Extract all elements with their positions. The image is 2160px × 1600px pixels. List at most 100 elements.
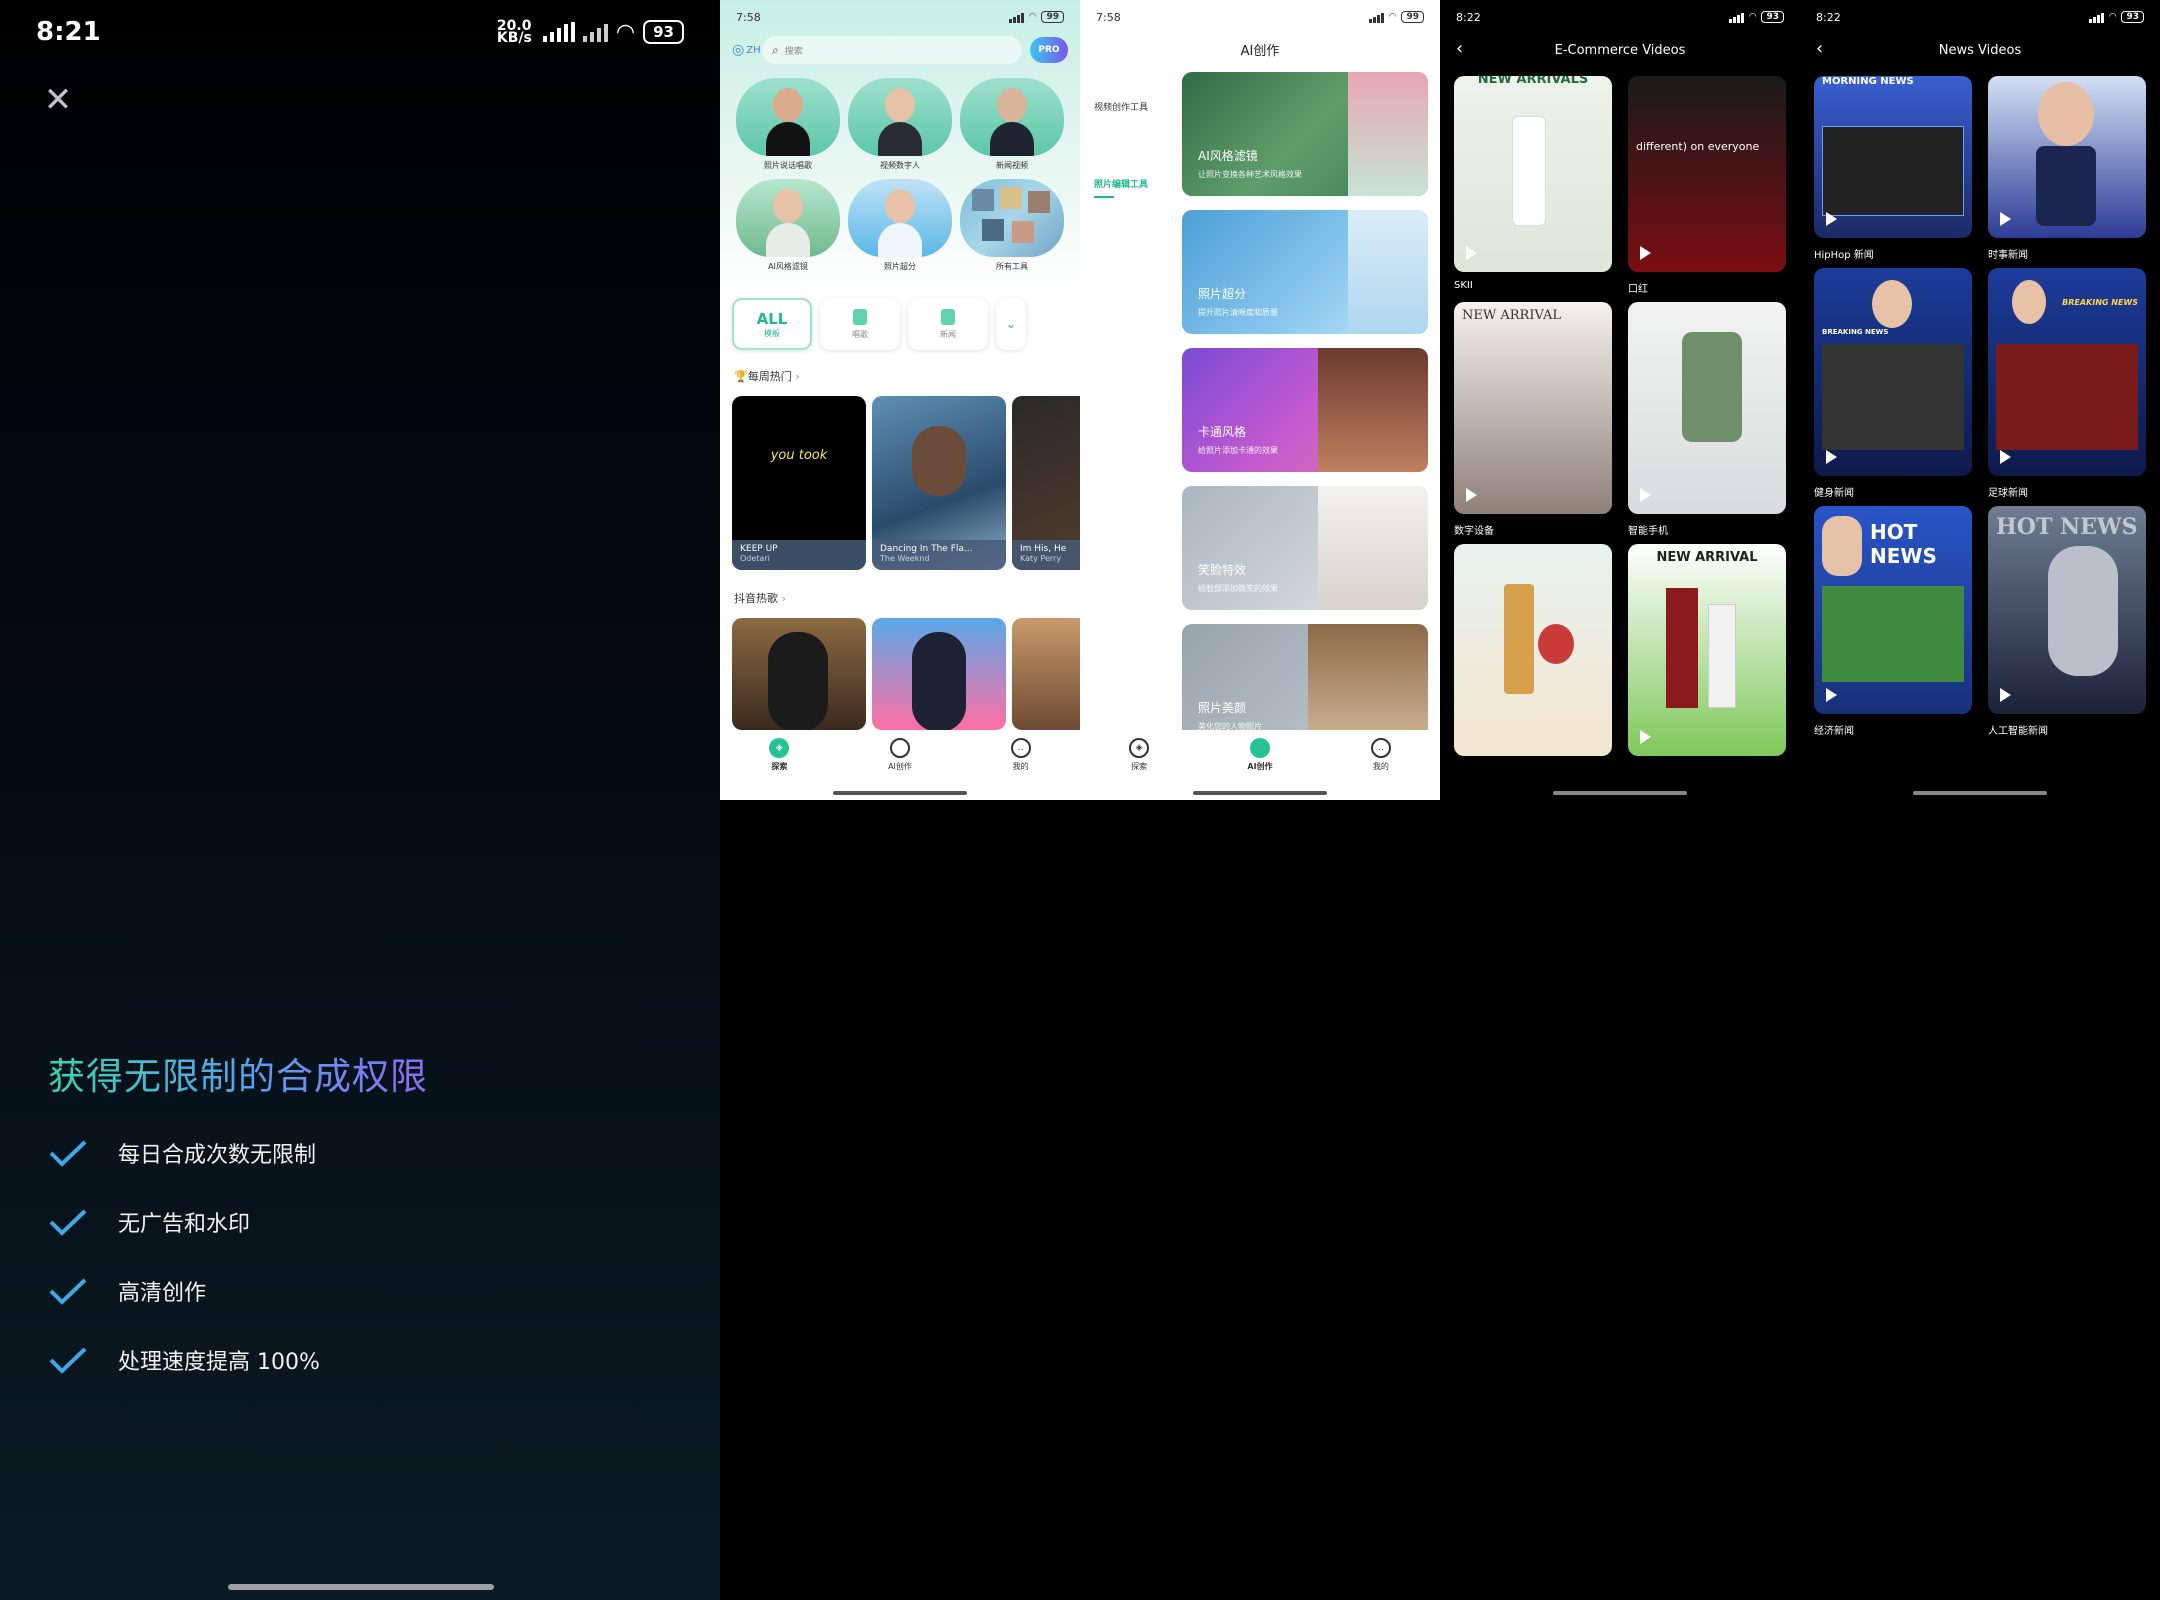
- page-title: News Videos: [1938, 42, 2022, 58]
- video-label: SKII: [1454, 280, 1473, 291]
- video-label: [1454, 764, 1612, 778]
- tool-super-resolution[interactable]: 照片超分: [844, 179, 956, 272]
- song-caption: Im His, He Katy Perry: [1012, 540, 1080, 570]
- section-title-weekly[interactable]: 🏆每周热门 ›: [734, 368, 800, 384]
- feature-desc: 给照片添加卡通的效果: [1198, 446, 1278, 455]
- section-title-douyin[interactable]: 抖音热歌 ›: [734, 590, 786, 606]
- tool-label: 照片说话唱歌: [764, 161, 812, 170]
- pro-upsell-screen: 8:21 20.0 KB/s ◠ 93 ✕ 获得无限制的合成权限 每日合成次数无…: [0, 0, 720, 1600]
- chip-label: 新闻: [940, 329, 956, 339]
- feature-item: 高清创作: [48, 1256, 320, 1325]
- pro-button[interactable]: PRO: [1030, 37, 1068, 63]
- play-icon: [1640, 246, 1651, 260]
- feature-card-super-resolution[interactable]: 照片超分 提升照片清晰度和质量: [1182, 210, 1428, 334]
- search-input[interactable]: ⌕ 搜索: [762, 36, 1022, 64]
- song-card[interactable]: [872, 618, 1006, 730]
- video-overlay-text: HOT NEWS: [1870, 520, 1937, 568]
- song-card[interactable]: Dancing In The Fla... The Weeknd: [872, 396, 1006, 570]
- wifi-icon: ◠: [1028, 12, 1037, 22]
- video-item[interactable]: HOT NEWS 人工智能新闻: [1988, 506, 2146, 737]
- category-video-tools[interactable]: 视频创作工具: [1094, 100, 1148, 113]
- category-photo-tools[interactable]: 照片编辑工具: [1094, 177, 1148, 198]
- tool-news-video[interactable]: 新闻视频: [956, 78, 1068, 171]
- video-item[interactable]: NEW ARRIVAL 数字设备: [1454, 302, 1612, 537]
- chevron-down-icon: ⌄: [1005, 317, 1017, 331]
- video-item[interactable]: BREAKING NEWS 足球新闻: [1988, 268, 2146, 499]
- back-arrow-icon[interactable]: ‹: [1816, 38, 1823, 59]
- video-label: 时事新闻: [1988, 250, 2028, 261]
- nav-ai-create[interactable]: AI创作: [888, 738, 912, 772]
- nav-explore[interactable]: ◈ 探索: [769, 738, 790, 772]
- video-thumbnail: [1454, 544, 1612, 756]
- chip-expand[interactable]: ⌄: [996, 298, 1026, 350]
- chip-all[interactable]: ALL 模板: [732, 298, 812, 350]
- video-thumbnail: HOT NEWS: [1814, 506, 1972, 714]
- video-label: [1628, 764, 1786, 778]
- song-card[interactable]: [1012, 618, 1080, 730]
- video-thumbnail: NEW ARRIVAL: [1454, 302, 1612, 514]
- back-arrow-icon[interactable]: ‹: [1456, 38, 1463, 59]
- tool-thumbnail: [960, 179, 1064, 257]
- video-item[interactable]: NEW ARRIVALS SKII: [1454, 76, 1612, 294]
- feature-card-smile[interactable]: 笑脸特效 给脸部添加微笑的效果: [1182, 486, 1428, 610]
- video-item[interactable]: MORNING NEWS HipHop 新闻: [1814, 76, 1972, 261]
- play-icon: [1640, 488, 1651, 502]
- feature-label: 高清创作: [118, 1280, 207, 1306]
- language-switch[interactable]: ◎ ZH: [732, 39, 761, 61]
- status-bar: 7:58 ◠ 99: [720, 0, 1080, 34]
- video-label: 经济新闻: [1814, 726, 1854, 737]
- nav-me[interactable]: ‥ 我的: [1370, 738, 1391, 772]
- news-icon: [941, 308, 955, 325]
- section-title-text: 抖音热歌: [734, 592, 778, 605]
- tool-label: 新闻视频: [996, 161, 1028, 170]
- song-card[interactable]: [732, 618, 866, 730]
- language-label: ZH: [746, 44, 761, 56]
- network-speed: 20.0 KB/s: [496, 18, 532, 46]
- video-item[interactable]: 智能手机: [1628, 302, 1786, 537]
- header: ‹ E-Commerce Videos: [1440, 38, 1800, 62]
- video-item[interactable]: 时事新闻: [1988, 76, 2146, 261]
- signal-2-icon: [582, 22, 608, 42]
- video-label: HipHop 新闻: [1814, 250, 1874, 261]
- smile-icon: ‥: [1010, 738, 1031, 758]
- nav-me[interactable]: ‥ 我的: [1010, 738, 1031, 772]
- tool-thumbnail: [848, 78, 952, 156]
- video-item[interactable]: different) on everyone 口红: [1628, 76, 1786, 295]
- battery-icon: 99: [1041, 11, 1064, 23]
- video-item[interactable]: BREAKING NEWS 健身新闻: [1814, 268, 1972, 499]
- status-bar: 8:22 ◠ 93: [1440, 0, 1800, 34]
- status-time: 8:22: [1816, 10, 1841, 24]
- chip-news[interactable]: 新闻: [908, 298, 988, 350]
- feature-title: AI风格滤镜: [1198, 149, 1258, 163]
- bottom-nav: ◈ 探索 AI创作 ‥ 我的: [720, 730, 1080, 780]
- home-indicator: [1553, 791, 1687, 795]
- video-thumbnail: different) on everyone: [1628, 76, 1786, 272]
- video-item[interactable]: [1454, 544, 1612, 778]
- video-item[interactable]: HOT NEWS 经济新闻: [1814, 506, 1972, 737]
- tool-style-filter[interactable]: AI风格滤镜: [732, 179, 844, 272]
- song-card[interactable]: Im His, He Katy Perry: [1012, 396, 1080, 570]
- feature-card-style-filter[interactable]: AI风格滤镜 让照片变换各种艺术风格效果: [1182, 72, 1428, 196]
- status-bar: 7:58 ◠ 99: [1080, 0, 1440, 34]
- nav-label: AI创作: [888, 762, 912, 771]
- feature-title: 照片美颜: [1198, 701, 1247, 715]
- video-item[interactable]: NEW ARRIVAL: [1628, 544, 1786, 778]
- nav-label: 我的: [1372, 762, 1389, 771]
- close-icon[interactable]: ✕: [42, 83, 74, 117]
- ai-pin-icon: [1249, 738, 1270, 758]
- chip-all-label: ALL: [756, 309, 788, 328]
- feature-title: 照片超分: [1198, 287, 1247, 301]
- check-icon: [49, 1278, 87, 1305]
- feature-desc: 让照片变换各种艺术风格效果: [1198, 170, 1302, 179]
- song-card[interactable]: you took KEEP UP Odetari: [732, 396, 866, 570]
- tool-digital-human[interactable]: 视频数字人: [844, 78, 956, 171]
- tool-photo-sing[interactable]: 照片说话唱歌: [732, 78, 844, 171]
- nav-explore[interactable]: ◈ 探索: [1129, 738, 1150, 772]
- tool-all-tools[interactable]: 所有工具: [956, 179, 1068, 272]
- chip-sing[interactable]: 唱歌: [820, 298, 900, 350]
- play-icon: [2000, 688, 2011, 702]
- battery-icon: 93: [1761, 11, 1784, 23]
- wifi-icon: ◠: [615, 19, 636, 45]
- nav-ai-create[interactable]: AI创作: [1247, 738, 1273, 772]
- feature-card-cartoon[interactable]: 卡通风格 给照片添加卡通的效果: [1182, 348, 1428, 472]
